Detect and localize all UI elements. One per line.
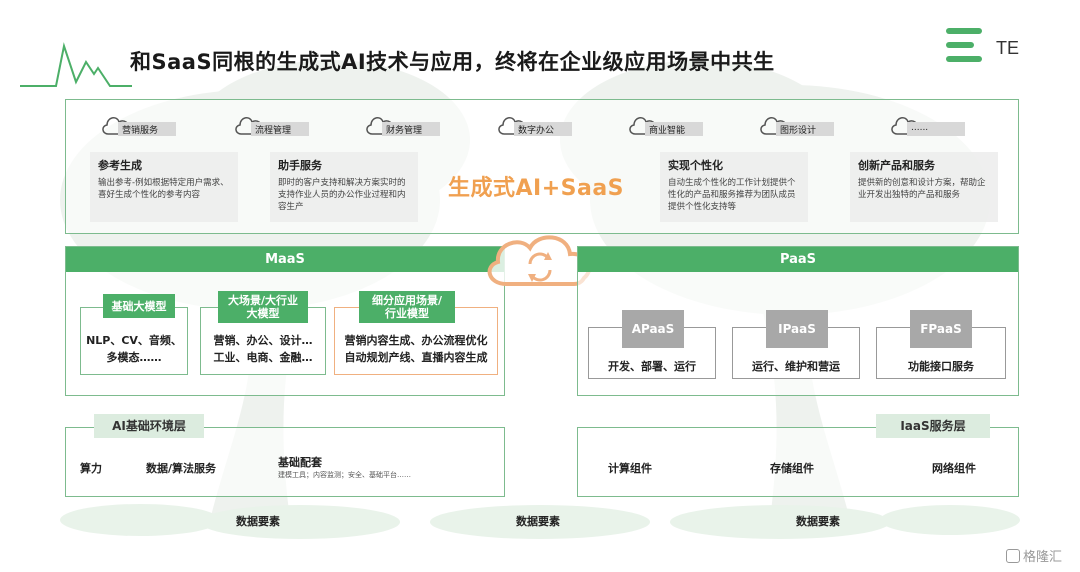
center-label: 生成式AI+SaaS [448, 176, 625, 201]
model-body: NLP、CV、音频、 多模态…… [81, 332, 187, 366]
feature-assistant-service: 助手服务 即时的客户支持和解决方案实时的支持作业人员的办公作业过程和内容生产 [270, 152, 418, 222]
company-logo-icon [946, 28, 982, 62]
model-body: 营销、办公、设计… 工业、电商、金融… [201, 332, 325, 366]
page-title: 和SaaS同根的生成式AI技术与应用，终将在企业级应用场景中共生 [130, 50, 775, 74]
layer-item-compute-component: 计算组件 [608, 462, 652, 475]
paas-item-body: 开发、部署、运行 [608, 360, 696, 373]
watermark: 格隆汇 [1005, 546, 1062, 565]
feature-desc: 提供新的创意和设计方案，帮助企业开发出独特的产品和服务 [858, 178, 986, 200]
model-body-line: 自动规划产线、直播内容生成 [344, 351, 488, 364]
model-box-industry: 大场景/大行业大模型 营销、办公、设计… 工业、电商、金融… [200, 291, 326, 375]
paas-item-body: 功能接口服务 [908, 360, 974, 373]
layer-item-data-algorithm: 数据/算法服务 [146, 462, 217, 475]
model-body-line: NLP、CV、音频、 [86, 334, 182, 347]
model-body-line: 多模态…… [106, 351, 162, 364]
maas-panel: MaaS 基础大模型 NLP、CV、音频、 多模态…… 大场景/大行业大模型 营… [65, 246, 505, 396]
paas-box-apaas: APaaS 开发、部署、运行 [588, 310, 716, 379]
ai-environment-title: AI基础环境层 [94, 414, 204, 438]
logo-text: TE [996, 38, 1020, 58]
feature-title: 参考生成 [98, 159, 142, 172]
model-body-line: 营销内容生成、办公流程优化 [344, 334, 488, 347]
category-label: 财务管理 [382, 122, 440, 136]
category-label: 商业智能 [645, 122, 703, 136]
ground-label: 数据要素 [236, 515, 280, 528]
watermark-text: 格隆汇 [1022, 550, 1062, 565]
feature-personalization: 实现个性化 自动生成个性化的工作计划提供个性化的产品和服务推荐为团队成员提供个性… [660, 152, 808, 222]
paas-item-title: APaaS [622, 310, 684, 348]
paas-title: PaaS [578, 247, 1018, 272]
model-title: 细分应用场景/行业模型 [359, 291, 455, 323]
layer-item-infrastructure-sub: 建模工具；内容监测；安全、基础平台…… [278, 471, 411, 479]
feature-desc: 自动生成个性化的工作计划提供个性化的产品和服务推荐为团队成员提供个性化支持等 [668, 178, 796, 212]
paas-box-ipaas: IPaaS 运行、维护和营运 [732, 310, 860, 379]
category-label: 图形设计 [776, 122, 834, 136]
category-label: 流程管理 [251, 122, 309, 136]
model-title: 基础大模型 [103, 294, 175, 318]
feature-title: 创新产品和服务 [858, 159, 935, 172]
model-title: 大场景/大行业大模型 [218, 291, 308, 323]
category-label: 营销服务 [118, 122, 176, 136]
layer-item-network-component: 网络组件 [932, 462, 976, 475]
category-label: 数字办公 [514, 122, 572, 136]
layer-item-compute: 算力 [80, 462, 102, 475]
paas-box-fpaas: FPaaS 功能接口服务 [876, 310, 1006, 379]
layer-item-storage-component: 存储组件 [770, 462, 814, 475]
layer-item-infrastructure: 基础配套 [278, 456, 322, 469]
paas-item-title: FPaaS [910, 310, 972, 348]
paas-item-body: 运行、维护和营运 [752, 360, 840, 373]
feature-innovation: 创新产品和服务 提供新的创意和设计方案，帮助企业开发出独特的产品和服务 [850, 152, 998, 222]
heartbeat-line-icon [20, 42, 132, 87]
watermark-icon [1005, 549, 1020, 563]
iaas-layer: IaaS服务层 计算组件 存储组件 网络组件 [577, 414, 1019, 497]
feature-title: 助手服务 [278, 159, 322, 172]
model-body-line: 工业、电商、金融… [213, 351, 313, 364]
paas-panel: PaaS APaaS 开发、部署、运行 IPaaS 运行、维护和营运 FPaaS… [577, 246, 1019, 396]
ai-environment-layer: AI基础环境层 算力 数据/算法服务 基础配套 建模工具；内容监测；安全、基础平… [65, 414, 505, 497]
paas-item-title: IPaaS [766, 310, 828, 348]
feature-reference-generation: 参考生成 输出参考-例如根据特定用户需求、喜好生成个性化的参考内容 [90, 152, 238, 222]
iaas-title: IaaS服务层 [876, 414, 990, 438]
model-body-line: 营销、办公、设计… [213, 334, 313, 347]
feature-title: 实现个性化 [668, 159, 723, 172]
maas-title: MaaS [66, 247, 504, 272]
feature-desc: 输出参考-例如根据特定用户需求、喜好生成个性化的参考内容 [98, 178, 229, 200]
model-box-foundation: 基础大模型 NLP、CV、音频、 多模态…… [80, 294, 188, 375]
ground-label: 数据要素 [796, 515, 840, 528]
model-body: 营销内容生成、办公流程优化 自动规划产线、直播内容生成 [335, 332, 497, 366]
applications-panel: 营销服务 流程管理 财务管理 数字办公 商业智能 图形设计 ...... 参考生… [65, 99, 1019, 234]
model-box-segment: 细分应用场景/行业模型 营销内容生成、办公流程优化 自动规划产线、直播内容生成 [334, 291, 498, 375]
category-label: ...... [907, 122, 965, 136]
ground-label: 数据要素 [516, 515, 560, 528]
feature-desc: 即时的客户支持和解决方案实时的支持作业人员的办公作业过程和内容生产 [278, 178, 406, 212]
